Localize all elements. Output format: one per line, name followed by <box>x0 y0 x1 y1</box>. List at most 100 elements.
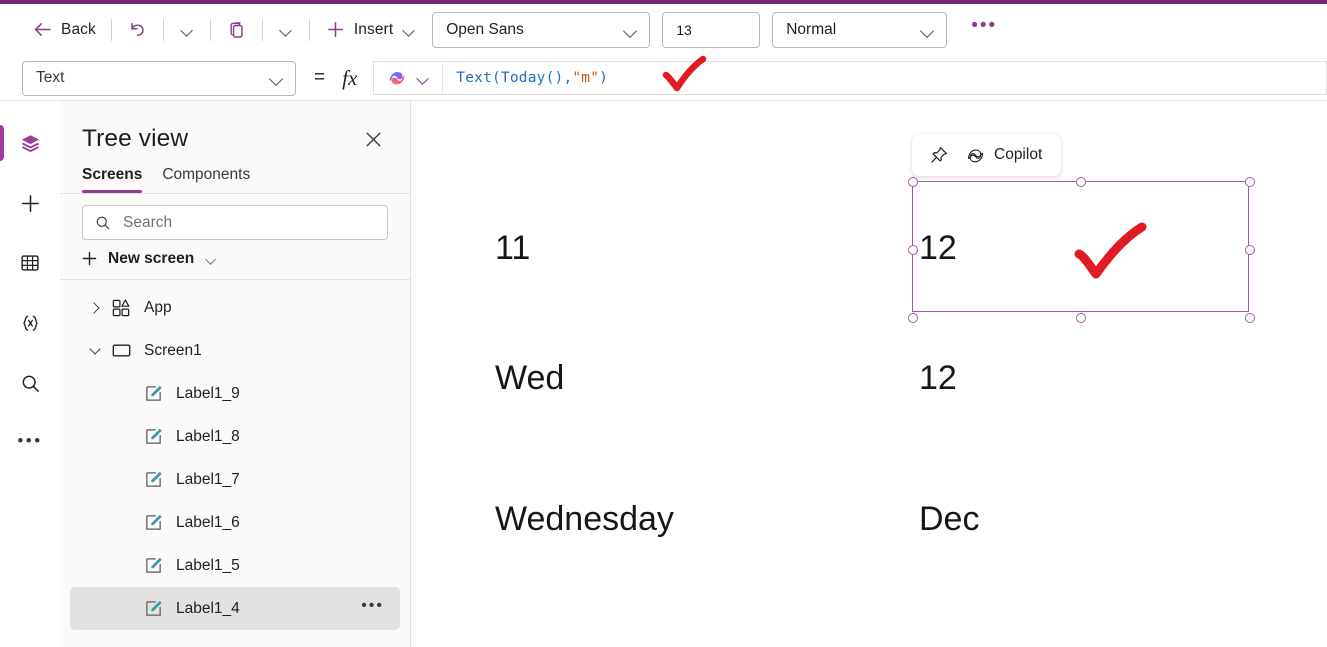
property-value: Text <box>36 69 269 87</box>
variables-icon <box>19 312 42 335</box>
undo-button[interactable] <box>121 13 154 47</box>
tree-item-label1-8[interactable]: Label1_8 <box>70 415 400 458</box>
canvas-label-wed[interactable]: Wed <box>495 359 564 398</box>
tree-item-label1-4[interactable]: Label1_4 ••• <box>70 587 400 630</box>
copilot-button[interactable]: Copilot <box>960 140 1047 170</box>
tree-item-label1-6[interactable]: Label1_6 <box>70 501 400 544</box>
search-box[interactable] <box>82 205 388 240</box>
toolbar-divider-3 <box>210 19 211 41</box>
chevron-down-icon <box>204 252 218 266</box>
undo-dropdown[interactable] <box>173 13 201 47</box>
new-screen-button[interactable]: New screen <box>60 240 410 268</box>
paste-dropdown[interactable] <box>272 13 300 47</box>
resize-handle-bottom-right[interactable] <box>1245 313 1255 323</box>
formula-input[interactable]: Text(Today(),"m") <box>442 61 1327 95</box>
command-toolbar: Back <box>0 4 1327 55</box>
tree-item-label: Label1_5 <box>176 557 240 575</box>
rail-item-data[interactable] <box>0 239 60 287</box>
insert-button[interactable]: Insert <box>319 13 423 47</box>
left-icon-rail: ••• <box>0 101 61 647</box>
label-icon <box>140 556 166 575</box>
font-size-value: 13 <box>676 22 749 38</box>
formula-suffix: ) <box>599 70 608 86</box>
tree-item-label1-5[interactable]: Label1_5 <box>70 544 400 587</box>
font-family-value: Open Sans <box>446 21 623 39</box>
chevron-down-icon <box>269 70 285 86</box>
chevron-right-icon[interactable] <box>86 304 104 312</box>
tree-item-label1-9[interactable]: Label1_9 <box>70 372 400 415</box>
resize-handle-top-left[interactable] <box>908 177 918 187</box>
resize-handle-bottom-left[interactable] <box>908 313 918 323</box>
toolbar-overflow-button[interactable]: ••• <box>969 11 999 48</box>
paste-icon <box>226 19 247 40</box>
search-input[interactable] <box>121 213 375 233</box>
chevron-down-icon <box>278 22 294 38</box>
tree-item-context-menu-button[interactable]: ••• <box>361 606 384 611</box>
tree-view-tabs: Screens Components <box>60 154 410 193</box>
rail-item-tree-view[interactable] <box>0 119 60 167</box>
toolbar-divider-1 <box>111 19 112 41</box>
resize-handle-top-center[interactable] <box>1076 177 1086 187</box>
tab-components[interactable]: Components <box>162 166 250 193</box>
canvas-label-12[interactable]: 12 <box>919 359 957 398</box>
resize-handle-middle-left[interactable] <box>908 245 918 255</box>
pin-button[interactable] <box>924 140 954 170</box>
label-icon <box>140 513 166 532</box>
close-icon <box>365 131 382 148</box>
formula-prefix: Text(Today(), <box>456 70 572 86</box>
plus-icon <box>80 249 99 268</box>
rail-item-variables[interactable] <box>0 299 60 347</box>
canvas-label-wednesday[interactable]: Wednesday <box>495 500 674 539</box>
app-canvas: 11 12 Wed 12 Wednesday Dec <box>412 101 1327 647</box>
new-screen-label: New screen <box>108 250 194 268</box>
copilot-icon <box>386 67 408 89</box>
selection-frame[interactable] <box>912 181 1249 312</box>
rail-item-more[interactable]: ••• <box>0 419 60 467</box>
back-arrow-icon <box>32 19 53 40</box>
layers-icon <box>19 132 42 155</box>
pin-icon <box>929 145 949 165</box>
rail-item-insert[interactable] <box>0 179 60 227</box>
back-button[interactable]: Back <box>26 13 102 47</box>
tree-item-label: Label1_7 <box>176 471 240 489</box>
tab-screens[interactable]: Screens <box>82 166 142 193</box>
resize-handle-middle-right[interactable] <box>1245 245 1255 255</box>
canvas-label-11[interactable]: 11 <box>495 229 530 268</box>
formula-bar: Text = fx <box>0 55 1327 101</box>
formula-text: Text(Today(),"m") <box>456 70 608 86</box>
chevron-down-icon[interactable] <box>86 348 104 353</box>
font-size-input[interactable]: 13 <box>662 12 760 48</box>
resize-handle-top-right[interactable] <box>1245 177 1255 187</box>
chevron-down-icon <box>415 70 431 86</box>
tree-view-header: Tree view <box>60 101 410 154</box>
canvas-label-dec[interactable]: Dec <box>919 500 979 539</box>
chevron-down-icon <box>179 22 195 38</box>
tree-item-label: Label1_9 <box>176 385 240 403</box>
tree-item-app[interactable]: App <box>70 286 400 329</box>
undo-icon <box>127 19 148 40</box>
paste-button[interactable] <box>220 13 253 47</box>
power-apps-studio: Back <box>0 0 1327 647</box>
selection-floating-toolbar: Copilot <box>912 134 1061 176</box>
tree-item-label: Label1_4 <box>176 600 240 618</box>
close-button[interactable] <box>358 124 388 154</box>
tree-item-screen1[interactable]: Screen1 <box>70 329 400 372</box>
font-weight-select[interactable]: Normal <box>772 12 947 48</box>
formula-string: "m" <box>572 70 599 86</box>
tree-item-label: Label1_8 <box>176 428 240 446</box>
font-family-select[interactable]: Open Sans <box>432 12 650 48</box>
copilot-icon <box>965 145 986 166</box>
formula-copilot-button[interactable] <box>373 61 442 95</box>
tree-item-label1-7[interactable]: Label1_7 <box>70 458 400 501</box>
rail-item-search[interactable] <box>0 359 60 407</box>
label-icon <box>140 599 166 618</box>
page-title: Tree view <box>82 125 188 153</box>
resize-handle-bottom-center[interactable] <box>1076 313 1086 323</box>
label-icon <box>140 384 166 403</box>
fx-label: fx <box>342 66 357 91</box>
insert-label: Insert <box>354 21 393 39</box>
plus-icon <box>19 192 42 215</box>
property-select[interactable]: Text <box>22 61 296 96</box>
copilot-label: Copilot <box>994 146 1042 164</box>
tree-item-label: Screen1 <box>144 342 202 360</box>
